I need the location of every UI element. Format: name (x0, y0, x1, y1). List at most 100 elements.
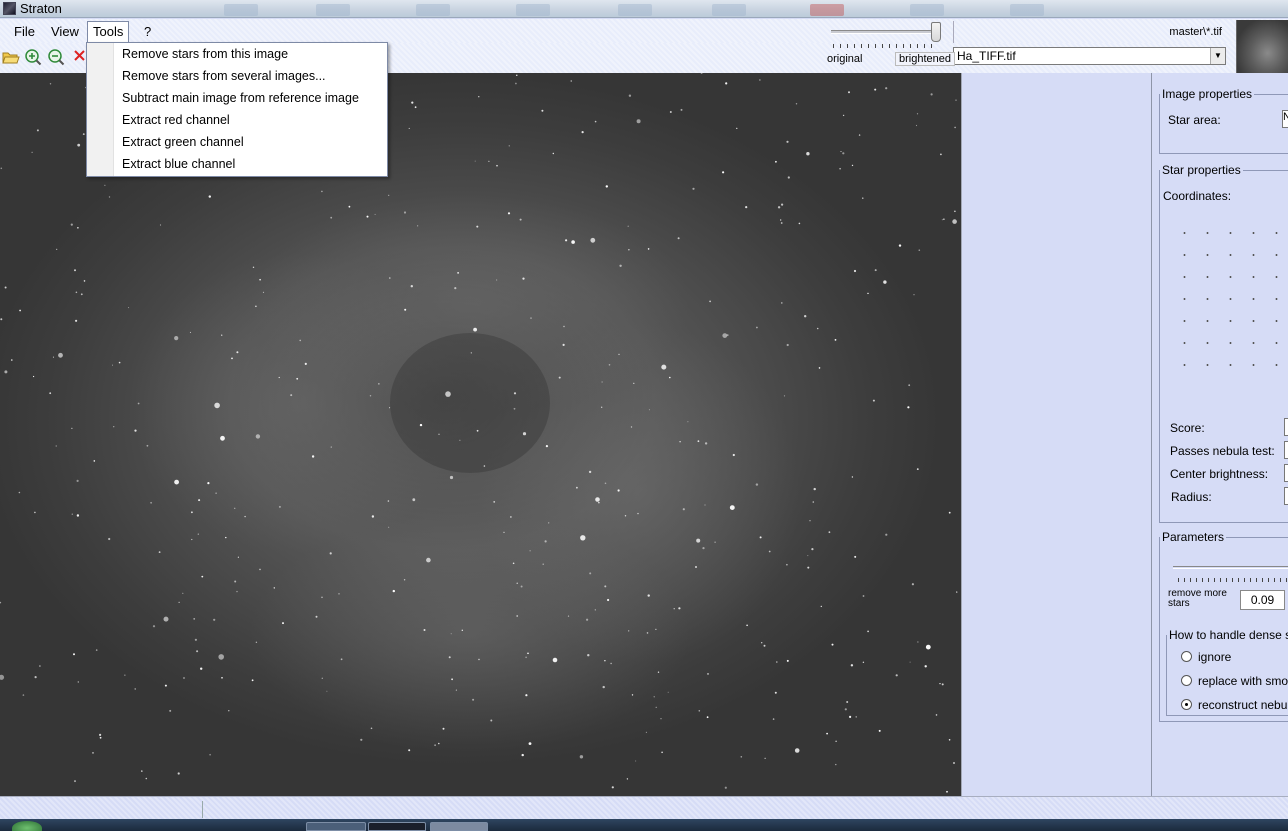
star (150, 501, 153, 504)
star (626, 778, 629, 780)
zoom-in-icon[interactable] (24, 48, 42, 66)
menu-item-remove-stars-this[interactable]: Remove stars from this image (122, 47, 288, 61)
star (75, 319, 78, 322)
star (410, 285, 413, 288)
star (956, 591, 958, 593)
star (215, 492, 217, 494)
star (706, 716, 709, 719)
star (774, 691, 777, 694)
star (0, 601, 2, 604)
star (516, 582, 518, 584)
star (798, 222, 801, 225)
star (781, 203, 784, 206)
star (194, 638, 197, 641)
star (516, 615, 519, 617)
star (872, 399, 875, 402)
star (898, 244, 902, 247)
taskbar-button[interactable] (430, 822, 488, 831)
star (667, 691, 669, 693)
star (545, 445, 549, 448)
star (221, 677, 223, 679)
threshold-slider[interactable] (1173, 566, 1288, 569)
star (74, 780, 76, 783)
star (262, 291, 265, 293)
star-area-field[interactable]: N (1282, 110, 1288, 128)
star (813, 487, 816, 491)
star (404, 308, 407, 311)
open-folder-icon[interactable] (2, 48, 20, 66)
star (183, 677, 185, 679)
star (278, 376, 280, 379)
star (169, 709, 172, 712)
star (544, 540, 547, 543)
star (348, 205, 351, 208)
star (624, 515, 627, 517)
zoom-out-icon[interactable] (47, 48, 65, 66)
tools-menu: Remove stars from this image Remove star… (86, 42, 388, 177)
star (19, 309, 21, 312)
star (842, 152, 845, 155)
radio-replace-smooth[interactable] (1181, 675, 1192, 686)
star (340, 658, 343, 661)
star (178, 601, 180, 604)
star (772, 718, 775, 720)
star (191, 511, 193, 514)
star (807, 566, 810, 569)
star (631, 694, 634, 696)
menu-item-subtract-reference[interactable]: Subtract main image from reference image (122, 91, 359, 105)
menu-file[interactable]: File (9, 23, 40, 41)
star (851, 164, 854, 167)
menu-help[interactable]: ? (139, 23, 156, 41)
star (848, 91, 850, 94)
star (736, 127, 738, 129)
star (77, 143, 81, 147)
brightness-slider-track[interactable] (831, 30, 939, 34)
coordinates-grid[interactable] (1173, 222, 1288, 382)
star (571, 240, 575, 244)
star (197, 533, 199, 535)
radio-ignore-label: ignore (1198, 650, 1232, 664)
star (948, 511, 951, 514)
center-brightness-field[interactable] (1284, 464, 1288, 482)
brightness-slider-thumb[interactable] (931, 22, 941, 42)
radius-field[interactable] (1284, 487, 1288, 505)
star (255, 305, 257, 308)
star (764, 757, 766, 759)
threshold-input[interactable]: 0.09 (1240, 590, 1285, 610)
radio-ignore[interactable] (1181, 651, 1192, 662)
star (52, 356, 54, 358)
star (826, 732, 828, 735)
main-image-view[interactable] (0, 73, 961, 796)
menu-item-extract-blue[interactable]: Extract blue channel (122, 157, 235, 171)
chevron-down-icon[interactable]: ▼ (1210, 48, 1225, 64)
star (707, 673, 709, 675)
star (228, 710, 230, 712)
star (655, 706, 657, 708)
star (915, 124, 918, 127)
star (75, 291, 78, 294)
menu-tools[interactable]: Tools (87, 21, 130, 42)
slider-ticks (833, 44, 937, 48)
file-select[interactable]: Ha_TIFF.tif ▼ (953, 47, 1226, 65)
star (225, 536, 227, 539)
menu-item-extract-red[interactable]: Extract red channel (122, 113, 230, 127)
star (844, 708, 847, 711)
star-properties-legend: Star properties (1162, 163, 1241, 177)
score-field[interactable] (1284, 418, 1288, 436)
nebula-test-field[interactable] (1284, 441, 1288, 459)
file-mask-label: master\*.tif (1169, 26, 1222, 38)
menu-item-extract-green[interactable]: Extract green channel (122, 135, 244, 149)
star (387, 500, 390, 502)
star (145, 777, 148, 780)
star (326, 690, 328, 692)
star (562, 343, 565, 346)
radio-reconstruct-nebula[interactable] (1181, 699, 1192, 710)
start-button-icon[interactable] (12, 821, 42, 831)
taskbar-button[interactable] (306, 822, 366, 831)
menu-view[interactable]: View (46, 23, 84, 41)
star (867, 630, 869, 633)
menu-item-remove-stars-several[interactable]: Remove stars from several images... (122, 69, 326, 83)
star (73, 653, 75, 656)
star (704, 504, 706, 506)
taskbar-button[interactable] (368, 822, 426, 831)
